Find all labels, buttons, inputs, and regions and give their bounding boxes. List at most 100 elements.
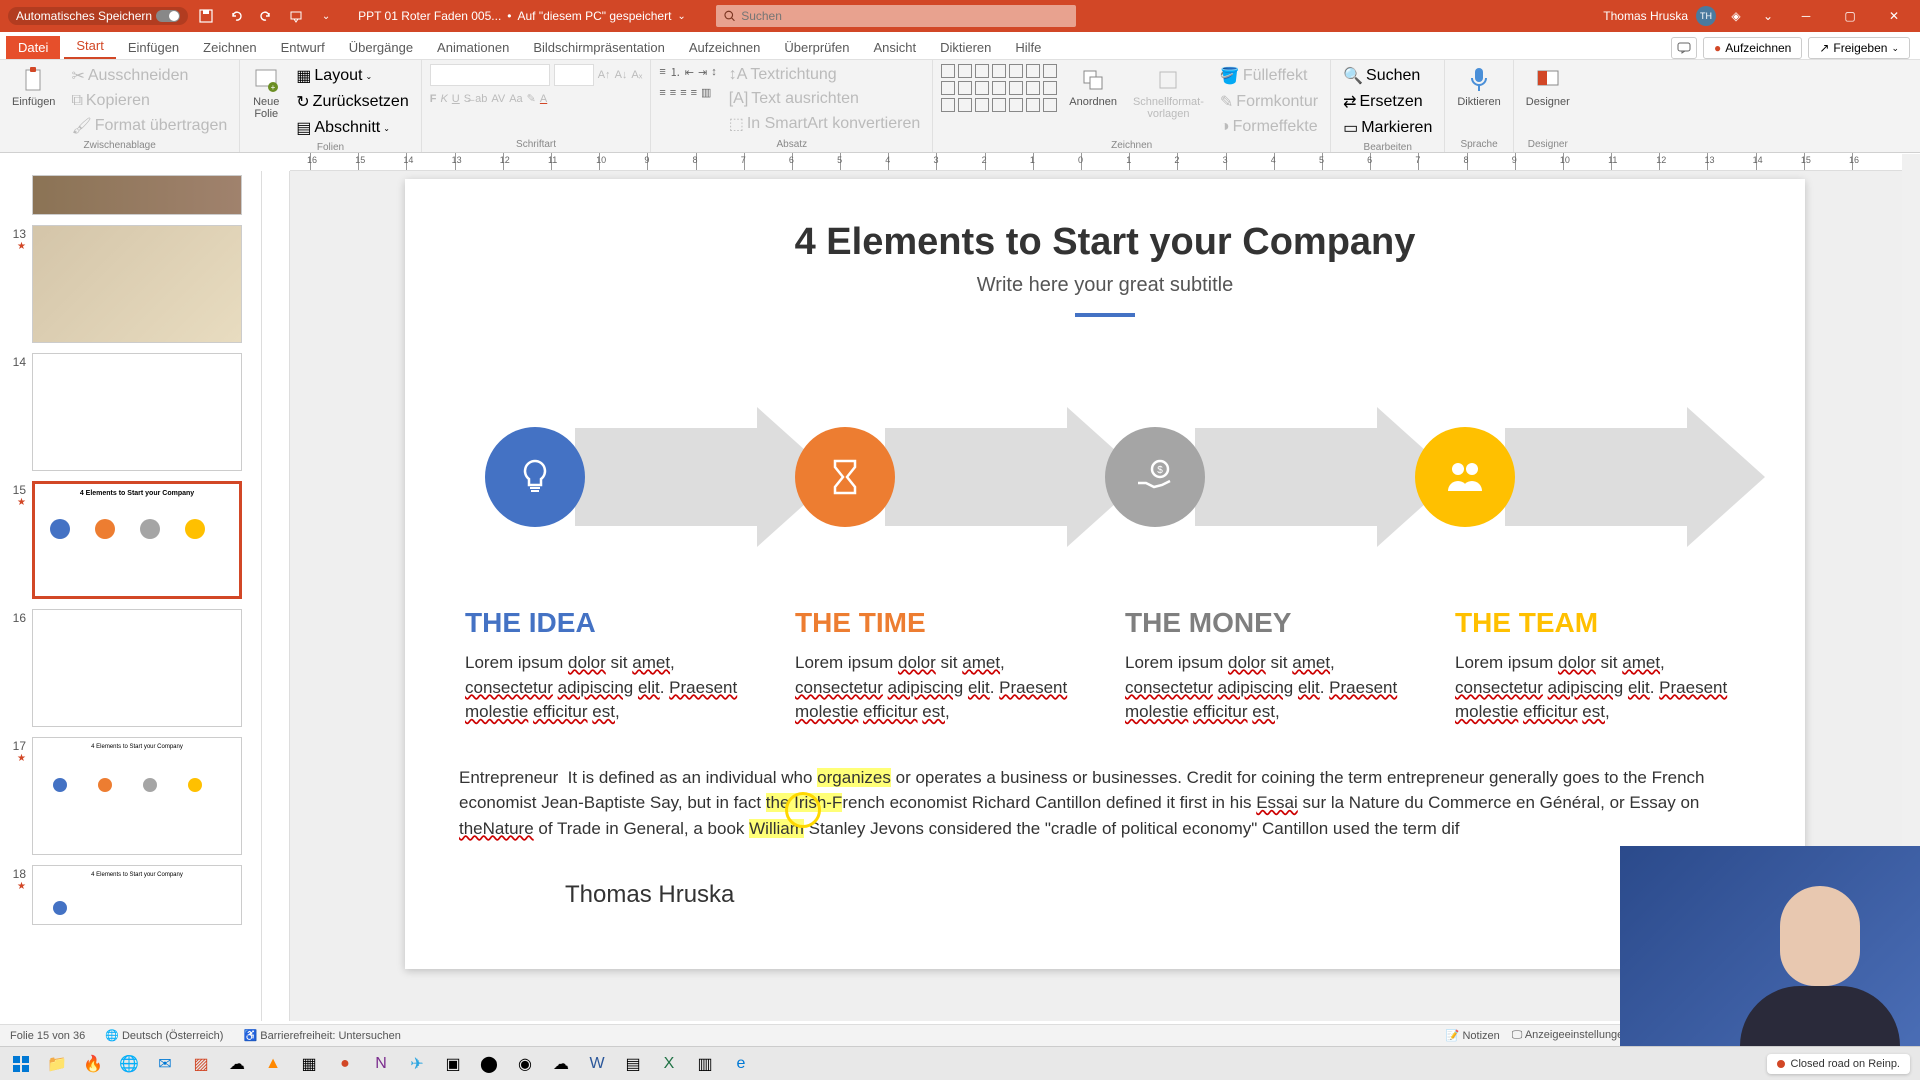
indent-increase-icon[interactable]: ⇥ [698,66,707,79]
arrow-block-team[interactable] [1415,387,1725,567]
chrome-icon[interactable]: 🌐 [112,1049,146,1079]
sync-icon[interactable]: ◈ [1724,4,1748,28]
slide-count[interactable]: Folie 15 von 36 [10,1030,85,1042]
shape-fill-button[interactable]: 🪣Fülleffekt [1216,64,1322,88]
shape-effects-button[interactable]: ◑Formeffekte [1216,116,1322,138]
autosave-toggle[interactable]: Automatisches Speichern [8,7,188,25]
col-money[interactable]: THE MONEY Lorem ipsum dolor sit amet, co… [1125,607,1415,725]
undo-icon[interactable] [224,4,248,28]
edge-icon[interactable]: e [724,1049,758,1079]
telegram-icon[interactable]: ✈ [400,1049,434,1079]
spacing-button[interactable]: AV [491,93,505,105]
case-button[interactable]: Aa [509,93,522,105]
justify-icon[interactable]: ≡ [691,87,697,99]
reset-button[interactable]: ↻Zurücksetzen [292,90,412,114]
col-idea[interactable]: THE IDEA Lorem ipsum dolor sit amet, con… [465,607,755,725]
designer-button[interactable]: Designer [1522,64,1574,110]
maximize-icon[interactable]: ▢ [1832,0,1868,32]
onenote-icon[interactable]: N [364,1049,398,1079]
slide-thumbnails-panel[interactable]: 13★ 14 15★ 4 Elements to Start your Comp… [0,171,262,1021]
bold-button[interactable]: F [430,93,437,105]
find-button[interactable]: 🔍Suchen [1339,64,1436,88]
record-button[interactable]: ●Aufzeichnen [1703,37,1802,59]
numbering-icon[interactable]: ⒈ [670,64,681,80]
arrow-block-idea[interactable] [485,387,795,567]
app-icon[interactable]: ● [328,1049,362,1079]
copy-button[interactable]: ⧉Kopieren [67,90,231,112]
toggle-switch[interactable] [156,10,180,22]
font-family-select[interactable] [430,64,550,86]
tab-dictate[interactable]: Diktieren [928,36,1003,59]
app-icon[interactable]: ▦ [292,1049,326,1079]
slide-author[interactable]: Thomas Hruska [565,881,1755,909]
file-explorer-icon[interactable]: 📁 [40,1049,74,1079]
increase-font-icon[interactable]: A↑ [598,69,611,81]
select-button[interactable]: ▭Markieren [1339,116,1436,140]
quick-styles-button[interactable]: Schnellformat- vorlagen [1129,64,1208,122]
slide-thumb-12[interactable] [32,175,242,215]
slide-subtitle[interactable]: Write here your great subtitle [455,274,1755,297]
highlight-button[interactable]: ✎ [527,92,536,105]
app-icon[interactable]: ◉ [508,1049,542,1079]
tab-file[interactable]: Datei [6,36,60,59]
app-icon[interactable]: ▣ [436,1049,470,1079]
dictate-button[interactable]: Diktieren [1453,64,1504,110]
minimize-icon[interactable]: ─ [1788,0,1824,32]
app-icon[interactable]: ☁ [220,1049,254,1079]
user-avatar[interactable]: TH [1696,6,1716,26]
bullets-icon[interactable]: ≡ [659,66,665,78]
save-icon[interactable] [194,4,218,28]
app-icon[interactable]: ☁ [544,1049,578,1079]
slide-title[interactable]: 4 Elements to Start your Company [455,221,1755,264]
search-input[interactable] [741,9,1068,23]
shadow-button[interactable]: ab [475,93,487,105]
tab-draw[interactable]: Zeichnen [191,36,268,59]
comments-button[interactable] [1671,37,1697,59]
share-button[interactable]: ↗Freigeben⌄ [1808,37,1910,59]
powerpoint-icon[interactable]: ▨ [184,1049,218,1079]
arrange-button[interactable]: Anordnen [1065,64,1121,110]
close-icon[interactable]: ✕ [1876,0,1912,32]
tab-insert[interactable]: Einfügen [116,36,191,59]
slide-body-text[interactable]: Entrepreneur It is defined as an individ… [455,765,1755,842]
format-painter-button[interactable]: 🖌Format übertragen [67,114,231,138]
app-icon[interactable]: ▤ [616,1049,650,1079]
decrease-font-icon[interactable]: A↓ [615,69,628,81]
replace-button[interactable]: ⇄Ersetzen [1339,90,1436,114]
excel-icon[interactable]: X [652,1049,686,1079]
notes-button[interactable]: 📝 Notizen [1446,1029,1500,1042]
slide-thumb-16[interactable] [32,609,242,727]
search-box[interactable] [716,5,1076,27]
chevron-down-icon[interactable]: ⌄ [677,11,685,22]
indent-decrease-icon[interactable]: ⇤ [685,66,694,79]
slide-thumb-18[interactable]: 4 Elements to Start your Company [32,865,242,925]
layout-button[interactable]: ▦Layout⌄ [292,64,412,88]
tab-help[interactable]: Hilfe [1003,36,1053,59]
slide-thumb-14[interactable] [32,353,242,471]
tab-home[interactable]: Start [64,34,115,59]
redo-icon[interactable] [254,4,278,28]
col-team[interactable]: THE TEAM Lorem ipsum dolor sit amet, con… [1455,607,1745,725]
arrow-block-money[interactable]: $ [1105,387,1415,567]
new-slide-button[interactable]: + Neue Folie [248,64,284,122]
obs-icon[interactable]: ⬤ [472,1049,506,1079]
align-right-icon[interactable]: ≡ [680,87,686,99]
word-icon[interactable]: W [580,1049,614,1079]
app-icon[interactable]: ▥ [688,1049,722,1079]
paste-button[interactable]: Einfügen [8,64,59,110]
present-from-start-icon[interactable] [284,4,308,28]
text-direction-button[interactable]: ↕ATextrichtung [725,64,925,86]
align-center-icon[interactable]: ≡ [670,87,676,99]
tab-design[interactable]: Entwurf [269,36,337,59]
smartart-button[interactable]: ⬚In SmartArt konvertieren [725,112,925,136]
tab-animations[interactable]: Animationen [425,36,521,59]
tab-review[interactable]: Überprüfen [772,36,861,59]
slide-thumb-13[interactable] [32,225,242,343]
vlc-icon[interactable]: ▲ [256,1049,290,1079]
shapes-gallery[interactable] [941,64,1057,112]
col-time[interactable]: THE TIME Lorem ipsum dolor sit amet, con… [795,607,1085,725]
more-icon[interactable]: ⌄ [314,4,338,28]
strikethrough-button[interactable]: S̶ [464,93,471,105]
traffic-notification[interactable]: Closed road on Reinp. [1767,1054,1910,1074]
font-color-button[interactable]: A [540,93,547,105]
